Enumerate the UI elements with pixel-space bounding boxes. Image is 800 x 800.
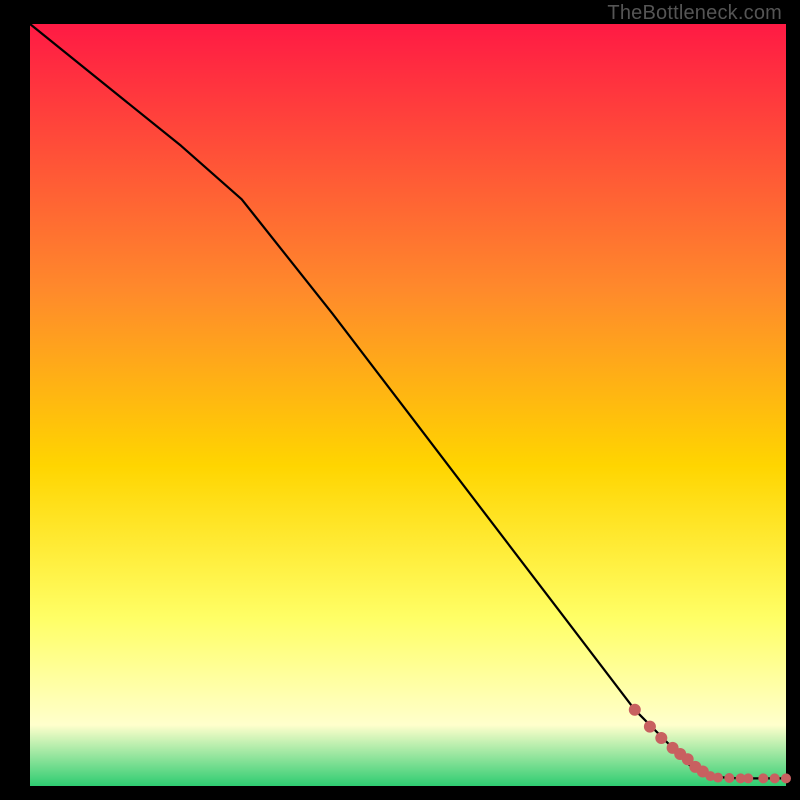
marker-point	[770, 773, 780, 783]
marker-point	[655, 732, 667, 744]
attribution-label: TheBottleneck.com	[607, 2, 782, 25]
chart-frame: TheBottleneck.com	[0, 0, 800, 800]
plot-area	[30, 24, 786, 786]
marker-point	[781, 773, 791, 783]
bottleneck-chart	[0, 0, 800, 800]
marker-point	[629, 704, 641, 716]
marker-point	[713, 773, 723, 783]
marker-point	[644, 721, 656, 733]
marker-point	[724, 773, 734, 783]
marker-point	[743, 773, 753, 783]
marker-point	[758, 773, 768, 783]
